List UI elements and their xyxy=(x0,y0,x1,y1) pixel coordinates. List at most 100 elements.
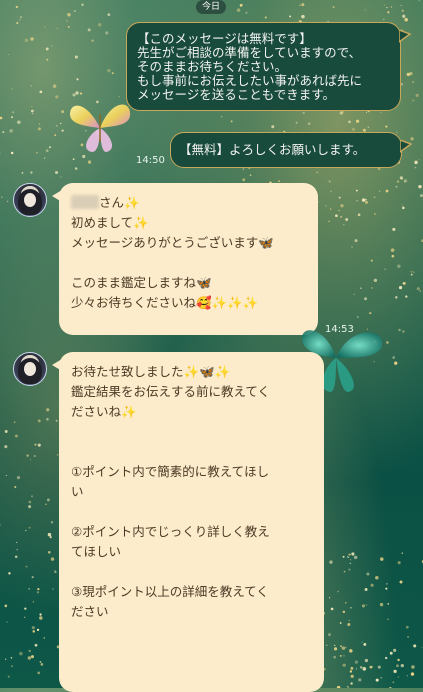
glitter-dot xyxy=(26,566,28,568)
glitter-dot xyxy=(334,645,335,646)
bubble-tail xyxy=(400,140,412,154)
glitter-dot xyxy=(347,686,349,688)
glitter-dot xyxy=(7,201,9,203)
glitter-dot xyxy=(390,652,393,655)
glitter-dot xyxy=(96,101,99,104)
glitter-dot xyxy=(396,132,397,133)
message-line: ②ポイント内でじっくり詳しく教え xyxy=(71,524,270,539)
glitter-dot xyxy=(361,642,362,643)
glitter-dot xyxy=(54,570,57,573)
glitter-dot xyxy=(329,180,331,182)
glitter-dot xyxy=(402,10,404,12)
glitter-dot xyxy=(419,0,420,1)
glitter-dot xyxy=(289,15,291,17)
glitter-dot xyxy=(4,445,7,448)
glitter-dot xyxy=(8,54,9,55)
glitter-dot xyxy=(16,6,18,8)
glitter-dot xyxy=(393,649,396,652)
glitter-dot xyxy=(343,224,344,225)
glitter-dot xyxy=(366,112,367,113)
glitter-dot xyxy=(421,647,422,648)
glitter-dot xyxy=(345,602,347,604)
counselor-avatar[interactable] xyxy=(13,183,47,217)
glitter-dot xyxy=(47,498,50,501)
glitter-dot xyxy=(363,643,366,646)
glitter-dot xyxy=(401,83,404,86)
glitter-dot xyxy=(370,666,373,669)
glitter-dot xyxy=(75,56,78,59)
glitter-dot xyxy=(374,196,376,198)
glitter-dot xyxy=(411,271,413,273)
glitter-dot xyxy=(369,312,371,314)
glitter-dot xyxy=(74,10,76,12)
sparkle-icon: ✨ xyxy=(133,215,149,230)
incoming-message-bubble[interactable]: さん✨ 初めまして✨ メッセージありがとうございます🦋 このまま鑑定しますね🦋 … xyxy=(59,183,318,335)
incoming-message-bubble[interactable]: お待たせ致しました✨🦋✨ 鑑定結果をお伝えする前に教えてく ださいね✨ ①ポイン… xyxy=(59,352,324,692)
glitter-dot xyxy=(68,26,70,28)
glitter-dot xyxy=(30,459,31,460)
glitter-dot xyxy=(11,88,12,89)
glitter-dot xyxy=(66,20,67,21)
glitter-dot xyxy=(343,556,345,558)
glitter-dot xyxy=(105,31,108,34)
glitter-dot xyxy=(365,199,367,201)
glitter-dot xyxy=(343,664,346,667)
glitter-dot xyxy=(340,622,342,624)
glitter-dot xyxy=(11,116,13,118)
glitter-dot xyxy=(265,16,267,18)
glitter-dot xyxy=(26,454,28,456)
glitter-dot xyxy=(404,181,406,183)
glitter-dot xyxy=(364,297,367,300)
glitter-dot xyxy=(73,158,75,160)
glitter-dot xyxy=(81,144,84,147)
outgoing-message-bubble[interactable]: 【このメッセージは無料です】 先生がご相談の準備をしていますので、 そのままお待… xyxy=(126,22,401,111)
glitter-dot xyxy=(351,552,354,555)
glitter-dot xyxy=(374,213,376,215)
glitter-dot xyxy=(326,645,327,646)
glitter-dot xyxy=(296,122,298,124)
glitter-dot xyxy=(331,608,334,611)
glitter-dot xyxy=(372,666,373,667)
message-line: お待たせ致しました xyxy=(71,364,184,379)
glitter-dot xyxy=(395,296,397,298)
outgoing-message-bubble[interactable]: 【無料】よろしくお願いします。 xyxy=(170,132,402,168)
glitter-dot xyxy=(339,197,341,199)
counselor-avatar[interactable] xyxy=(13,352,47,386)
message-line: 少々お待ちくださいね xyxy=(71,295,196,310)
glitter-dot xyxy=(51,557,54,560)
glitter-dot xyxy=(334,647,337,650)
glitter-dot xyxy=(335,214,338,217)
glitter-dot xyxy=(348,557,350,559)
glitter-dot xyxy=(374,361,375,362)
glitter-dot xyxy=(350,667,353,670)
glitter-dot xyxy=(330,191,331,192)
glitter-dot xyxy=(51,45,52,46)
glitter-dot xyxy=(387,619,388,620)
glitter-dot xyxy=(6,475,7,476)
glitter-dot xyxy=(387,603,389,605)
glitter-dot xyxy=(352,128,355,131)
glitter-dot xyxy=(55,171,58,174)
glitter-dot xyxy=(31,106,32,107)
glitter-dot xyxy=(302,112,304,114)
glitter-dot xyxy=(343,655,344,656)
glitter-dot xyxy=(391,6,393,8)
glitter-dot xyxy=(46,149,49,152)
glitter-dot xyxy=(85,130,86,131)
glitter-dot xyxy=(28,588,29,589)
glitter-dot xyxy=(0,523,1,526)
glitter-dot xyxy=(301,3,304,6)
glitter-dot xyxy=(82,155,85,158)
glitter-dot xyxy=(348,121,351,124)
glitter-dot xyxy=(350,682,352,684)
glitter-dot xyxy=(384,5,385,6)
glitter-dot xyxy=(46,408,49,411)
glitter-dot xyxy=(412,99,414,101)
glitter-dot xyxy=(376,342,377,343)
glitter-dot xyxy=(24,617,25,618)
glitter-dot xyxy=(365,9,366,10)
glitter-dot xyxy=(48,533,52,537)
glitter-dot xyxy=(338,210,339,211)
redacted-name xyxy=(71,195,99,209)
glitter-dot xyxy=(402,207,405,210)
